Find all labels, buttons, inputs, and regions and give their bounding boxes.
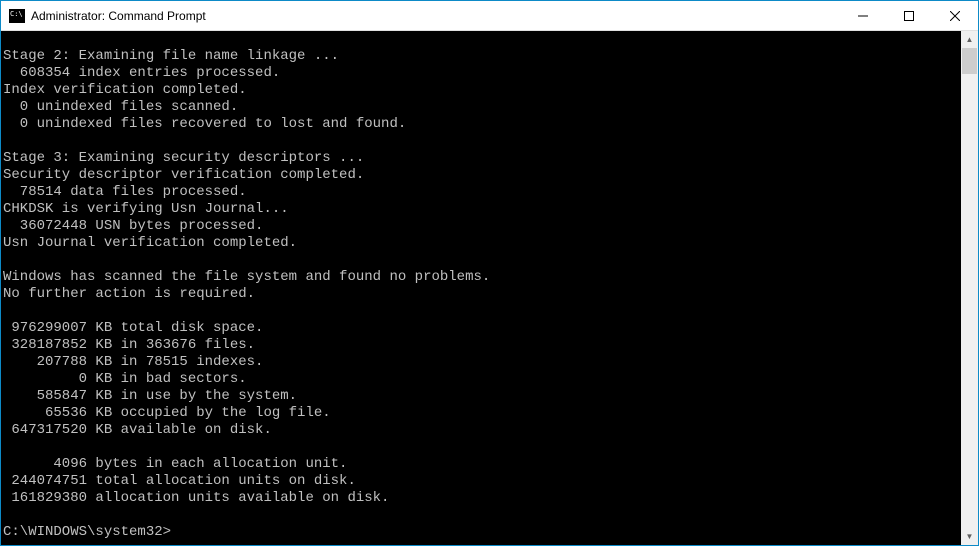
window-controls [840,1,978,30]
output-line: 647317520 KB available on disk. [3,422,959,439]
output-line: 78514 data files processed. [3,184,959,201]
output-line [3,303,959,320]
output-line: 585847 KB in use by the system. [3,388,959,405]
output-line: Stage 2: Examining file name linkage ... [3,48,959,65]
output-line: 328187852 KB in 363676 files. [3,337,959,354]
minimize-button[interactable] [840,1,886,30]
output-line: Usn Journal verification completed. [3,235,959,252]
output-line: 976299007 KB total disk space. [3,320,959,337]
output-line: 0 unindexed files recovered to lost and … [3,116,959,133]
output-line: 161829380 allocation units available on … [3,490,959,507]
output-line [3,507,959,524]
output-line: 36072448 USN bytes processed. [3,218,959,235]
output-line [3,252,959,269]
close-button[interactable] [932,1,978,30]
output-line: CHKDSK is verifying Usn Journal... [3,201,959,218]
output-line: 4096 bytes in each allocation unit. [3,456,959,473]
output-line: Windows has scanned the file system and … [3,269,959,286]
terminal-output[interactable]: Stage 2: Examining file name linkage ...… [1,31,961,545]
vertical-scrollbar[interactable]: ▲ ▼ [961,31,978,545]
output-line: 608354 index entries processed. [3,65,959,82]
scroll-thumb[interactable] [962,48,977,74]
output-line: 0 KB in bad sectors. [3,371,959,388]
prompt-line: C:\WINDOWS\system32> [3,524,959,541]
window-title: Administrator: Command Prompt [31,9,840,23]
output-line: 207788 KB in 78515 indexes. [3,354,959,371]
output-line: Security descriptor verification complet… [3,167,959,184]
output-line [3,439,959,456]
output-line: No further action is required. [3,286,959,303]
output-line: 0 unindexed files scanned. [3,99,959,116]
cmd-icon [9,9,25,23]
scroll-up-button[interactable]: ▲ [961,31,978,48]
maximize-button[interactable] [886,1,932,30]
output-line: 65536 KB occupied by the log file. [3,405,959,422]
scroll-down-button[interactable]: ▼ [961,528,978,545]
title-bar[interactable]: Administrator: Command Prompt [1,1,978,31]
output-line [3,133,959,150]
output-line: Index verification completed. [3,82,959,99]
output-line: 244074751 total allocation units on disk… [3,473,959,490]
output-line: Stage 3: Examining security descriptors … [3,150,959,167]
output-line [3,31,959,48]
